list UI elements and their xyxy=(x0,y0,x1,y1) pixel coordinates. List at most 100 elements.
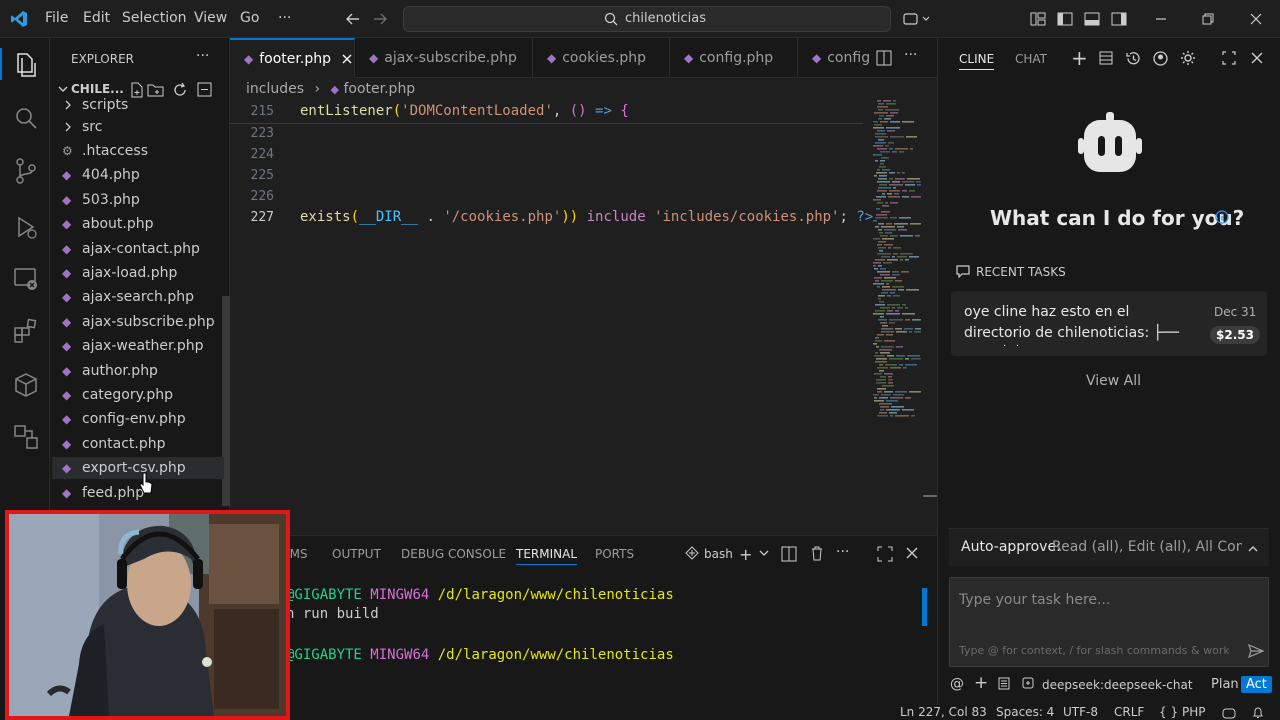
close-panel-icon[interactable] xyxy=(906,547,918,559)
forward-arrow-icon[interactable] xyxy=(372,11,388,27)
editor-more-icon[interactable]: ··· xyxy=(904,47,917,63)
toggle-secondary-sidebar-icon[interactable] xyxy=(1111,11,1127,27)
customize-layout-icon[interactable] xyxy=(1030,11,1046,27)
remote-explorer-icon[interactable] xyxy=(13,266,39,292)
tree-folder[interactable]: scripts xyxy=(64,94,128,116)
minimap[interactable] xyxy=(871,100,923,420)
tab-config-2[interactable]: ◆ config xyxy=(798,38,878,78)
cline-cube-icon[interactable] xyxy=(13,372,39,398)
tab-ajax-subscribe[interactable]: ◆ ajax-subscribe.php xyxy=(355,38,533,78)
tree-file[interactable]: ◆ feed.php xyxy=(62,482,144,504)
chevron-down-icon[interactable] xyxy=(759,548,769,558)
settings-gear-icon[interactable] xyxy=(1180,50,1196,66)
toggle-panel-icon[interactable] xyxy=(1084,11,1100,27)
tab-ports[interactable]: PORTS xyxy=(595,547,634,561)
notifications-bell-icon[interactable] xyxy=(1252,706,1264,719)
chevron-up-icon[interactable] xyxy=(1247,543,1259,555)
toggle-sidebar-icon[interactable] xyxy=(1057,11,1073,27)
remote-icon[interactable] xyxy=(13,424,39,450)
breadcrumb-folder[interactable]: includes xyxy=(246,81,304,97)
run-debug-icon[interactable] xyxy=(13,214,39,240)
act-toggle[interactable]: Act xyxy=(1241,676,1272,693)
menu-more[interactable]: ··· xyxy=(278,10,291,26)
tree-file[interactable]: ◆ category.php xyxy=(62,384,173,406)
shell-name[interactable]: bash xyxy=(704,547,733,561)
tree-file[interactable]: ◆ 404.php xyxy=(62,164,140,186)
menu-view[interactable]: View xyxy=(194,10,227,26)
info-icon[interactable] xyxy=(1215,210,1229,224)
task-input-placeholder[interactable]: Type your task here... xyxy=(959,592,1110,608)
tab-footer-php[interactable]: ◆ footer.php xyxy=(230,38,355,78)
close-tab-icon[interactable] xyxy=(341,53,353,65)
task-input-box[interactable]: Type your task here... Type @ for contex… xyxy=(949,577,1269,667)
encoding[interactable]: UTF-8 xyxy=(1063,705,1098,719)
auto-approve-bar[interactable]: Auto-approve: Read (all), Edit (all), Al… xyxy=(949,528,1269,566)
split-terminal-icon[interactable] xyxy=(781,546,797,562)
history-icon[interactable] xyxy=(1126,51,1141,66)
source-control-icon[interactable] xyxy=(14,158,38,184)
tab-cline[interactable]: CLINE xyxy=(959,52,995,70)
account-icon[interactable] xyxy=(1153,51,1168,66)
new-folder-icon[interactable] xyxy=(147,82,165,98)
tree-file[interactable]: ◆ contact.php xyxy=(62,433,166,455)
mcp-servers-icon[interactable] xyxy=(1099,51,1113,65)
mention-icon[interactable]: @ xyxy=(950,676,964,692)
panel-more-icon[interactable]: ··· xyxy=(836,544,849,560)
cursor-position[interactable]: Ln 227, Col 83 xyxy=(900,705,987,719)
explorer-more-icon[interactable]: ··· xyxy=(196,48,209,64)
split-editor-icon[interactable] xyxy=(876,50,892,66)
tree-file[interactable]: ◆ ajax-weather.php xyxy=(62,335,204,357)
tree-file[interactable]: ◆ ajax-load.php xyxy=(62,262,177,284)
tree-folder[interactable]: src xyxy=(64,116,102,138)
tab-terminal[interactable]: TERMINAL xyxy=(516,547,578,565)
tree-file[interactable]: ◆ config-env.php xyxy=(62,408,186,430)
back-arrow-icon[interactable] xyxy=(345,11,361,27)
recent-task-card[interactable]: oye cline haz esto en el directorio de c… xyxy=(951,291,1267,356)
tree-file[interactable]: ◆ ajax-subscribe.php xyxy=(62,311,215,333)
breadcrumb-file[interactable]: footer.php xyxy=(343,81,415,97)
menu-go[interactable]: Go xyxy=(240,10,259,26)
tree-file[interactable]: ◆ ajax-search.php xyxy=(62,286,194,308)
collapse-all-icon[interactable] xyxy=(197,82,213,98)
tree-file[interactable]: ◆ ajax-contact.php xyxy=(62,238,200,260)
tab-config[interactable]: ◆ config.php xyxy=(670,38,798,78)
menu-selection[interactable]: Selection xyxy=(122,10,187,26)
search-icon[interactable] xyxy=(14,106,38,130)
tree-file[interactable]: ◆ author.php xyxy=(62,360,158,382)
maximize-panel-icon[interactable] xyxy=(877,546,893,562)
add-terminal-icon[interactable]: + xyxy=(739,545,752,564)
copilot-icon[interactable] xyxy=(903,11,931,27)
refresh-icon[interactable] xyxy=(172,82,188,98)
send-icon[interactable] xyxy=(1248,644,1264,658)
explorer-icon[interactable] xyxy=(13,52,37,78)
plan-toggle[interactable]: Plan xyxy=(1206,676,1244,693)
code-editor[interactable]: includes › ◆ footer.php 215 entListener(… xyxy=(230,78,937,535)
minimize-icon[interactable] xyxy=(1154,12,1168,26)
rules-icon[interactable] xyxy=(998,677,1010,690)
new-file-icon[interactable] xyxy=(129,82,145,98)
tab-cookies[interactable]: ◆ cookies.php xyxy=(533,38,670,78)
view-all-link[interactable]: View All xyxy=(1086,373,1141,389)
tab-chat[interactable]: CHAT xyxy=(1015,52,1047,66)
terminal-scrollbar[interactable] xyxy=(922,588,927,626)
tree-file[interactable]: ◆ 503.php xyxy=(62,189,140,211)
trash-icon[interactable] xyxy=(809,545,825,561)
menu-edit[interactable]: Edit xyxy=(83,10,110,26)
restore-icon[interactable] xyxy=(1201,12,1215,26)
model-selector[interactable]: deepseek:deepseek-chat xyxy=(1042,678,1193,692)
command-center-search[interactable]: chilenoticias xyxy=(403,6,891,32)
add-context-icon[interactable]: + xyxy=(974,673,988,693)
editor-scrollbar[interactable] xyxy=(923,495,937,497)
tab-output[interactable]: OUTPUT xyxy=(332,547,381,561)
indentation[interactable]: Spaces: 4 xyxy=(996,705,1054,719)
language-mode[interactable]: PHP xyxy=(1182,705,1206,719)
open-in-editor-icon[interactable] xyxy=(1222,51,1236,65)
extensions-icon[interactable] xyxy=(13,318,39,344)
tree-file[interactable]: ⚙ .htaccess xyxy=(62,140,148,162)
tab-debug-console[interactable]: DEBUG CONSOLE xyxy=(401,547,506,561)
close-cline-icon[interactable] xyxy=(1251,52,1263,64)
tree-file[interactable]: ◆ about.php xyxy=(62,213,154,235)
line-ending[interactable]: CRLF xyxy=(1114,705,1144,719)
close-window-icon[interactable] xyxy=(1249,12,1263,26)
copilot-status-icon[interactable] xyxy=(1222,707,1236,719)
